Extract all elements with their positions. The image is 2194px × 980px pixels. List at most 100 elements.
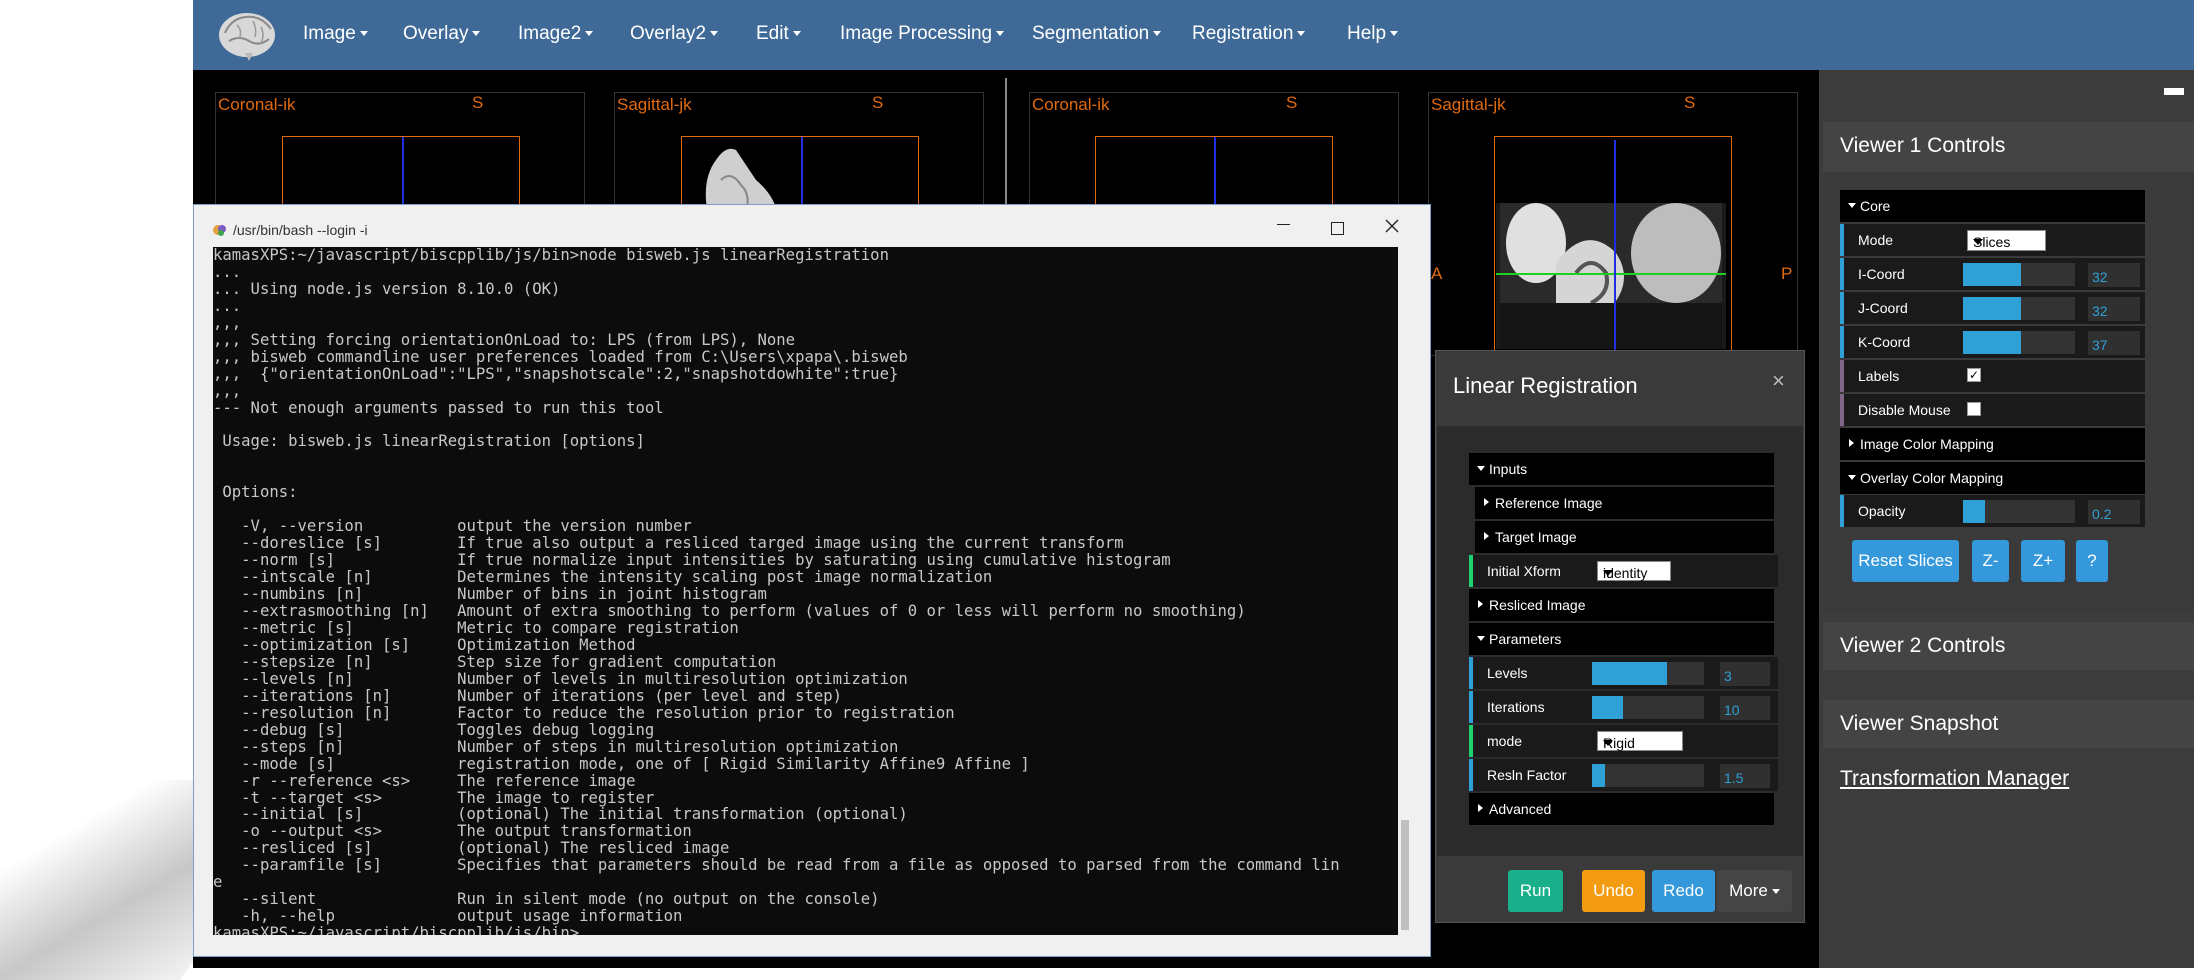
levels-input[interactable]: 3	[1720, 662, 1770, 686]
brain-logo-icon[interactable]	[215, 5, 277, 63]
caret-down-icon	[996, 31, 1005, 37]
run-button[interactable]: Run	[1508, 870, 1563, 912]
terminal-scrollbar-thumb[interactable]	[1401, 820, 1409, 930]
caret-down-icon	[1390, 31, 1399, 37]
resliced-image-label: Resliced Image	[1489, 597, 1586, 613]
kcoord-input[interactable]: 37	[2088, 331, 2140, 355]
mode-param-label: mode	[1487, 733, 1523, 749]
resln-factor-value: 1.5	[1724, 770, 1744, 786]
coronal-label: Coronal-ik	[1032, 95, 1110, 114]
nav-image-label: Image	[303, 23, 356, 44]
nav-segmentation-menu[interactable]: Segmentation	[1032, 0, 1162, 70]
advanced-folder[interactable]: Advanced	[1469, 793, 1774, 825]
nav-image-processing-menu[interactable]: Image Processing	[840, 0, 1005, 70]
target-image-label: Target Image	[1495, 529, 1577, 545]
viewer2-controls-header[interactable]: Viewer 2 Controls	[1823, 622, 2194, 670]
nav-overlay-menu[interactable]: Overlay	[403, 0, 481, 70]
levels-slider[interactable]	[1592, 662, 1704, 685]
opacity-input[interactable]: 0.2	[2088, 500, 2140, 524]
superior-marker: S	[472, 93, 484, 112]
terminal-output[interactable]: kamasXPS:~/javascript/biscpplib/js/bin>n…	[213, 247, 1398, 935]
inputs-label: Inputs	[1489, 461, 1528, 477]
image-color-mapping-folder[interactable]: Image Color Mapping	[1840, 428, 2145, 460]
opacity-slider-fill	[1963, 500, 1986, 523]
resln-factor-slider[interactable]	[1592, 764, 1704, 787]
initial-xform-label: Initial Xform	[1487, 563, 1561, 579]
collapse-icon	[1848, 475, 1856, 480]
initial-xform-select[interactable]: identity	[1597, 561, 1671, 581]
core-folder[interactable]: Core	[1840, 190, 2145, 222]
caret-down-icon	[792, 31, 801, 37]
viewer-snapshot-title: Viewer Snapshot	[1840, 712, 1999, 735]
mode-param-select[interactable]: Rigid	[1597, 731, 1683, 751]
parameters-folder[interactable]: Parameters	[1469, 623, 1774, 655]
iterations-input[interactable]: 10	[1720, 696, 1770, 720]
crosshair-vertical	[402, 137, 404, 212]
disable-mouse-row: Disable Mouse	[1840, 394, 2145, 426]
opacity-value: 0.2	[2092, 506, 2112, 522]
overlay-color-mapping-folder[interactable]: Overlay Color Mapping	[1840, 462, 2145, 494]
resliced-image-folder[interactable]: Resliced Image	[1469, 589, 1774, 621]
core-label: Core	[1860, 198, 1891, 214]
disable-mouse-checkbox[interactable]	[1967, 402, 1981, 416]
kcoord-slider-fill	[1963, 331, 2022, 354]
caret-down-icon	[710, 31, 719, 37]
viewer1-controls-title: Viewer 1 Controls	[1840, 134, 2006, 157]
coronal-label: Coronal-ik	[218, 95, 296, 114]
jcoord-slider-fill	[1963, 297, 2022, 320]
iterations-slider-fill	[1592, 696, 1624, 719]
resln-factor-input[interactable]: 1.5	[1720, 764, 1770, 788]
help-button[interactable]: ?	[2076, 540, 2108, 582]
expand-icon	[1478, 804, 1483, 812]
kcoord-slider[interactable]	[1963, 331, 2075, 354]
viewer-snapshot-header[interactable]: Viewer Snapshot	[1823, 700, 2194, 748]
kcoord-label: K-Coord	[1858, 334, 1911, 350]
redo-button[interactable]: Redo	[1652, 870, 1715, 912]
opacity-slider[interactable]	[1963, 500, 2075, 523]
nav-image-menu[interactable]: Image	[303, 0, 368, 70]
sagittal-label: Sagittal-jk	[617, 95, 692, 114]
viewer1-controls-header[interactable]: Viewer 1 Controls	[1823, 122, 2194, 172]
expand-icon	[1478, 600, 1483, 608]
nav-edit-menu[interactable]: Edit	[756, 0, 801, 70]
collapse-icon	[1477, 466, 1485, 471]
iterations-slider[interactable]	[1592, 696, 1704, 719]
viewer-divider[interactable]	[1005, 78, 1007, 213]
anterior-marker: A	[1431, 264, 1443, 283]
nav-registration-menu[interactable]: Registration	[1192, 0, 1306, 70]
nav-image2-menu[interactable]: Image2	[518, 0, 594, 70]
inputs-folder[interactable]: Inputs	[1469, 453, 1774, 485]
reset-slices-button[interactable]: Reset Slices	[1852, 540, 1959, 582]
close-icon[interactable]: ×	[1772, 368, 1785, 394]
close-window-icon[interactable]	[1384, 218, 1400, 234]
icoord-input[interactable]: 32	[2088, 263, 2140, 287]
dropdown-arrow-icon	[1603, 740, 1613, 746]
sagittal-label: Sagittal-jk	[1431, 95, 1506, 114]
z-plus-button[interactable]: Z+	[2021, 540, 2065, 582]
jcoord-input[interactable]: 32	[2088, 297, 2140, 321]
target-image-folder[interactable]: Target Image	[1475, 521, 1774, 553]
mode-select[interactable]: Slices	[1967, 230, 2046, 251]
undo-button[interactable]: Undo	[1582, 870, 1645, 912]
z-minus-button[interactable]: Z-	[1972, 540, 2009, 582]
reference-image-folder[interactable]: Reference Image	[1475, 487, 1774, 519]
kcoord-value: 37	[2092, 337, 2108, 353]
viewer2-controls-title: Viewer 2 Controls	[1840, 634, 2006, 657]
nav-overlay2-menu[interactable]: Overlay2	[630, 0, 719, 70]
jcoord-slider[interactable]	[1963, 297, 2075, 320]
maximize-window-icon[interactable]	[1331, 222, 1344, 235]
icoord-value: 32	[2092, 269, 2108, 285]
superior-marker: S	[872, 93, 884, 112]
transformation-manager-link[interactable]: Transformation Manager	[1840, 767, 2069, 791]
nav-segmentation-label: Segmentation	[1032, 23, 1150, 44]
minimize-window-icon[interactable]	[1277, 214, 1291, 234]
icoord-slider[interactable]	[1963, 263, 2075, 286]
more-label: More	[1729, 881, 1768, 900]
caret-down-icon	[1153, 31, 1162, 37]
labels-checkbox[interactable]: ✓	[1967, 368, 1981, 382]
more-button[interactable]: More	[1717, 870, 1792, 912]
caret-down-icon	[585, 31, 594, 37]
nav-help-menu[interactable]: Help	[1347, 0, 1399, 70]
crosshair-vertical	[801, 137, 803, 212]
minimize-panel-icon[interactable]	[2164, 88, 2184, 95]
